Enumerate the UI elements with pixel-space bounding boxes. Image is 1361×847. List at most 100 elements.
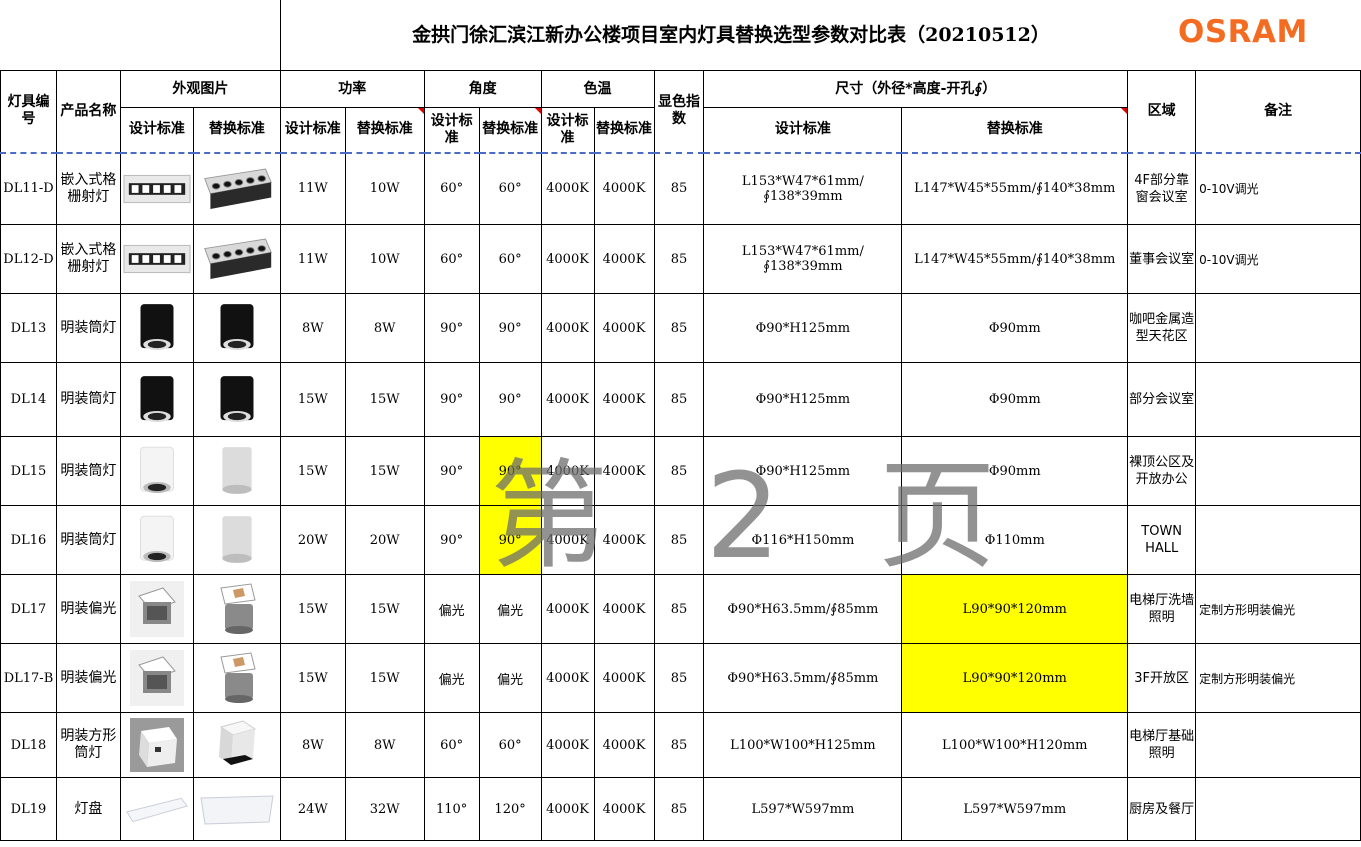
cell-area[interactable]: 董事会议室	[1127, 224, 1197, 294]
cell-cri[interactable]: 85	[653, 574, 705, 644]
cell-cct-replace[interactable]: 4000K	[593, 362, 655, 437]
cell-power-replace[interactable]: 20W	[344, 505, 425, 575]
cell-size-design[interactable]: Φ90*H63.5mm/∮85mm	[703, 574, 903, 644]
cell-area[interactable]: 厨房及餐厅	[1127, 777, 1197, 841]
cell-cct-design[interactable]: 4000K	[540, 362, 595, 437]
title-blank-cell[interactable]	[0, 0, 281, 70]
cell-image-replace[interactable]	[192, 362, 281, 437]
header-cct[interactable]: 色温	[540, 70, 655, 108]
cell-image-design[interactable]	[119, 777, 194, 841]
cell-cct-design[interactable]: 4000K	[540, 777, 595, 841]
cell-name[interactable]: 明装筒灯	[55, 505, 121, 575]
cell-power-replace[interactable]: 15W	[344, 362, 425, 437]
cell-area[interactable]: 电梯厅洗墙照明	[1127, 574, 1197, 644]
cell-power-replace[interactable]: 8W	[344, 293, 425, 363]
cell-cri[interactable]: 85	[653, 436, 705, 506]
cell-angle-replace[interactable]: 90°	[478, 362, 542, 437]
cell-size-design[interactable]: Φ90*H125mm	[703, 293, 903, 363]
cell-id[interactable]: DL19	[0, 777, 57, 841]
cell-power-design[interactable]: 11W	[279, 224, 346, 294]
cell-remark[interactable]	[1195, 777, 1361, 841]
cell-cct-design[interactable]: 4000K	[540, 293, 595, 363]
cell-cct-replace[interactable]: 4000K	[593, 643, 655, 713]
cell-power-design[interactable]: 8W	[279, 712, 346, 778]
cell-image-design[interactable]	[119, 224, 194, 294]
header-size-design[interactable]: 设计标准	[703, 107, 903, 154]
cell-cri[interactable]: 85	[653, 362, 705, 437]
cell-cct-replace[interactable]: 4000K	[593, 293, 655, 363]
cell-name[interactable]: 明装筒灯	[55, 362, 121, 437]
cell-image-replace[interactable]	[192, 574, 281, 644]
cell-remark[interactable]: 0-10V调光	[1195, 224, 1361, 294]
header-area[interactable]: 区域	[1127, 70, 1197, 154]
cell-power-design[interactable]: 11W	[279, 152, 346, 225]
cell-size-design[interactable]: Φ90*H125mm	[703, 362, 903, 437]
cell-area[interactable]: 咖吧金属造型天花区	[1127, 293, 1197, 363]
cell-id[interactable]: DL17-B	[0, 643, 57, 713]
cell-cri[interactable]: 85	[653, 777, 705, 841]
cell-remark[interactable]: 0-10V调光	[1195, 152, 1361, 225]
cell-image-design[interactable]	[119, 293, 194, 363]
cell-id[interactable]: DL15	[0, 436, 57, 506]
cell-name[interactable]: 明装偏光	[55, 574, 121, 644]
cell-remark[interactable]	[1195, 362, 1361, 437]
cell-image-replace[interactable]	[192, 224, 281, 294]
cell-angle-design[interactable]: 90°	[423, 436, 480, 506]
cell-area[interactable]: 3F开放区	[1127, 643, 1197, 713]
cell-remark[interactable]	[1195, 293, 1361, 363]
cell-image-design[interactable]	[119, 712, 194, 778]
cell-size-replace[interactable]: L147*W45*55mm/∮140*38mm	[901, 152, 1129, 225]
cell-cri[interactable]: 85	[653, 224, 705, 294]
cell-cri[interactable]: 85	[653, 643, 705, 713]
cell-power-replace[interactable]: 15W	[344, 643, 425, 713]
cell-size-replace[interactable]: L100*W100*H120mm	[901, 712, 1129, 778]
cell-image-replace[interactable]	[192, 152, 281, 225]
cell-size-replace[interactable]: Φ90mm	[901, 293, 1129, 363]
cell-size-design[interactable]: Φ90*H125mm	[703, 436, 903, 506]
header-id[interactable]: 灯具编号	[0, 70, 57, 154]
cell-power-design[interactable]: 15W	[279, 643, 346, 713]
cell-cri[interactable]: 85	[653, 293, 705, 363]
cell-angle-design[interactable]: 偏光	[423, 643, 480, 713]
cell-cri[interactable]: 85	[653, 505, 705, 575]
cell-angle-replace[interactable]: 90°	[478, 436, 542, 506]
cell-id[interactable]: DL18	[0, 712, 57, 778]
cell-remark[interactable]: 定制方形明装偏光	[1195, 574, 1361, 644]
cell-angle-design[interactable]: 90°	[423, 293, 480, 363]
cell-cct-replace[interactable]: 4000K	[593, 224, 655, 294]
header-image-replace[interactable]: 替换标准	[192, 107, 281, 154]
cell-id[interactable]: DL13	[0, 293, 57, 363]
header-size-replace[interactable]: 替换标准	[901, 107, 1129, 154]
cell-angle-design[interactable]: 60°	[423, 224, 480, 294]
header-image[interactable]: 外观图片	[119, 70, 281, 108]
cell-cri[interactable]: 85	[653, 152, 705, 225]
cell-angle-replace[interactable]: 60°	[478, 152, 542, 225]
cell-power-design[interactable]: 15W	[279, 436, 346, 506]
cell-name[interactable]: 明装偏光	[55, 643, 121, 713]
cell-size-replace[interactable]: Φ90mm	[901, 362, 1129, 437]
cell-image-design[interactable]	[119, 574, 194, 644]
cell-power-design[interactable]: 15W	[279, 362, 346, 437]
cell-area[interactable]: 部分会议室	[1127, 362, 1197, 437]
cell-angle-design[interactable]: 偏光	[423, 574, 480, 644]
cell-size-design[interactable]: L153*W47*61mm/∮138*39mm	[703, 152, 903, 225]
cell-image-replace[interactable]	[192, 505, 281, 575]
cell-id[interactable]: DL12-D	[0, 224, 57, 294]
cell-id[interactable]: DL16	[0, 505, 57, 575]
cell-size-replace[interactable]: L597*W597mm	[901, 777, 1129, 841]
cell-angle-replace[interactable]: 60°	[478, 712, 542, 778]
cell-name[interactable]: 明装方形筒灯	[55, 712, 121, 778]
cell-image-replace[interactable]	[192, 643, 281, 713]
cell-angle-replace[interactable]: 偏光	[478, 643, 542, 713]
cell-remark[interactable]	[1195, 505, 1361, 575]
header-power-replace[interactable]: 替换标准	[344, 107, 425, 154]
cell-name[interactable]: 明装筒灯	[55, 436, 121, 506]
cell-size-design[interactable]: L153*W47*61mm/∮138*39mm	[703, 224, 903, 294]
cell-cct-replace[interactable]: 4000K	[593, 574, 655, 644]
cell-power-replace[interactable]: 10W	[344, 152, 425, 225]
cell-name[interactable]: 嵌入式格栅射灯	[55, 224, 121, 294]
cell-angle-replace[interactable]: 120°	[478, 777, 542, 841]
cell-power-design[interactable]: 20W	[279, 505, 346, 575]
cell-image-replace[interactable]	[192, 777, 281, 841]
cell-size-replace[interactable]: L147*W45*55mm/∮140*38mm	[901, 224, 1129, 294]
